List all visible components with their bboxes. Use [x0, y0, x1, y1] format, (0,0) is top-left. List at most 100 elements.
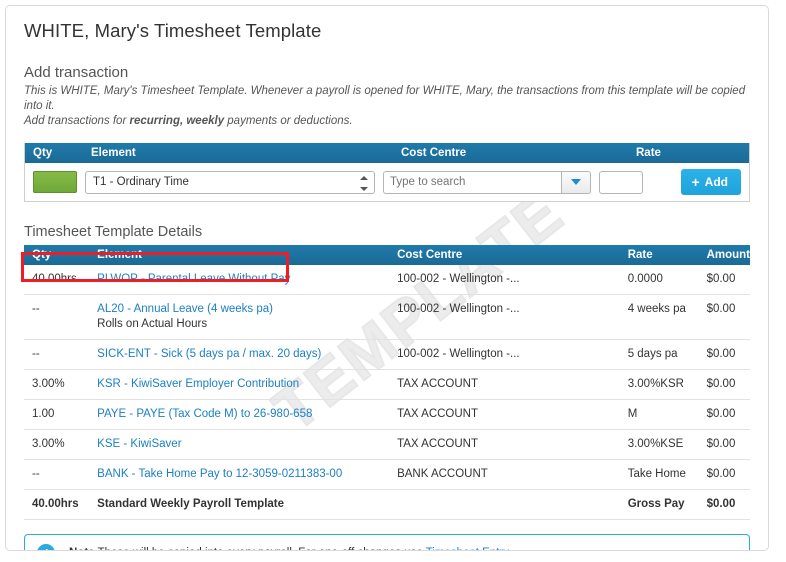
rate-input[interactable] [599, 170, 643, 194]
details-table-body: 40.00hrs PLWOP - Parental Leave Without P… [24, 265, 750, 520]
add-button-cell: + Add [673, 169, 749, 195]
cell-total-element: Standard Weekly Payroll Template [89, 489, 390, 520]
element-select[interactable]: T1 - Ordinary Time [85, 170, 375, 194]
timesheet-details-table: Qty Element Cost Centre Rate Amount 40.0… [24, 245, 750, 520]
details-heading: Timesheet Template Details [24, 224, 203, 240]
element-link[interactable]: BANK - Take Home Pay to 12-3059-0211383-… [97, 468, 342, 480]
cell-qty: 3.00% [24, 429, 90, 460]
cell-qty: 1.00 [24, 399, 90, 430]
add-col-header-element: Element [91, 147, 136, 159]
table-total-row: 40.00hrs Standard Weekly Payroll Template… [24, 489, 750, 520]
cell-rate: M [619, 399, 699, 430]
table-row: -- SICK-ENT - Sick (5 days pa / max. 20 d… [24, 339, 750, 370]
cell-cost-centre: 100-002 - Wellington -... [389, 265, 620, 295]
add-transaction-fields: T1 - Ordinary Time + Add [25, 163, 749, 201]
cost-centre-search [383, 170, 591, 194]
rate-field-cell [591, 170, 673, 194]
cell-amount: $0.00 [698, 265, 750, 295]
element-select-value: T1 - Ordinary Time [93, 176, 189, 188]
table-row: 40.00hrs PLWOP - Parental Leave Without P… [24, 265, 750, 295]
info-icon: i [37, 544, 55, 550]
element-link[interactable]: SICK-ENT - Sick (5 days pa / max. 20 day… [97, 348, 321, 360]
cell-qty: -- [24, 459, 90, 490]
plus-icon: + [691, 174, 700, 190]
add-button-label: Add [704, 175, 728, 189]
cell-cost-centre: TAX ACCOUNT [389, 429, 620, 460]
details-col-qty: Qty [24, 245, 90, 265]
cell-element: KSR - KiwiSaver Employer Contribution [89, 369, 390, 400]
desc-line2-pre: Add transactions for [24, 115, 130, 127]
page-title: WHITE, Mary's Timesheet Template [24, 20, 322, 41]
chevron-down-icon [571, 179, 581, 185]
table-row: 3.00% KSR - KiwiSaver Employer Contributi… [24, 369, 750, 400]
element-subtext: Rolls on Actual Hours [97, 318, 208, 330]
add-col-header-qty: Qty [33, 147, 53, 159]
cost-centre-input[interactable] [383, 170, 561, 194]
timesheet-template-card: TEMPLATE WHITE, Mary's Timesheet Templat… [5, 5, 769, 551]
cell-cost-centre: TAX ACCOUNT [389, 399, 620, 430]
note-text: Note These will be copied into every pay… [69, 547, 511, 550]
details-col-amount: Amount [698, 245, 750, 265]
cell-qty: -- [24, 294, 90, 340]
cell-total-qty: 40.00hrs [24, 489, 90, 520]
cell-amount: $0.00 [698, 399, 750, 430]
add-col-header-cost-centre: Cost Centre [401, 147, 467, 159]
cell-cost-centre: 100-002 - Wellington -... [389, 294, 620, 340]
details-table-head: Qty Element Cost Centre Rate Amount [24, 245, 750, 265]
add-transaction-description-line1: This is WHITE, Mary's Timesheet Template… [24, 85, 746, 112]
cell-total-rate: Gross Pay [619, 489, 699, 520]
cell-qty: 3.00% [24, 369, 90, 400]
cell-amount: $0.00 [698, 339, 750, 370]
card-inner: TEMPLATE WHITE, Mary's Timesheet Templat… [6, 6, 768, 550]
add-transaction-toolbar: Qty Element Cost Centre Rate T1 - Ordina… [24, 143, 750, 202]
add-transaction-heading: Add transaction [24, 64, 129, 81]
cell-element: SICK-ENT - Sick (5 days pa / max. 20 day… [89, 339, 390, 370]
cell-element: PLWOP - Parental Leave Without Pay [89, 265, 390, 295]
details-col-element: Element [89, 245, 390, 265]
element-field-cell: T1 - Ordinary Time [77, 170, 375, 194]
table-row: 1.00 PAYE - PAYE (Tax Code M) to 26-980-6… [24, 399, 750, 430]
cell-total-amount: $0.00 [698, 489, 750, 520]
table-row: 3.00% KSE - KiwiSaver TAX ACCOUNT 3.00%KSE $… [24, 429, 750, 460]
cell-element: PAYE - PAYE (Tax Code M) to 26-980-658 [89, 399, 390, 430]
details-col-rate: Rate [619, 245, 699, 265]
add-transaction-column-headers: Qty Element Cost Centre Rate [25, 143, 749, 163]
cell-qty: -- [24, 339, 90, 370]
timesheet-entry-link[interactable]: Timesheet Entry [426, 547, 508, 550]
cell-rate: 0.0000 [619, 265, 699, 295]
cell-amount: $0.00 [698, 429, 750, 460]
table-row: -- BANK - Take Home Pay to 12-3059-021138… [24, 459, 750, 490]
cost-centre-dropdown-button[interactable] [561, 170, 591, 194]
cell-cost-centre: TAX ACCOUNT [389, 369, 620, 400]
cell-rate: 5 days pa [619, 339, 699, 370]
cell-amount: $0.00 [698, 459, 750, 490]
element-link[interactable]: PLWOP - Parental Leave Without Pay [97, 273, 290, 285]
element-link[interactable]: KSR - KiwiSaver Employer Contribution [97, 378, 299, 390]
qty-field-cell [25, 171, 77, 193]
note-label: Note [69, 547, 95, 550]
add-transaction-description-line2: Add transactions for recurring, weekly p… [24, 114, 750, 129]
desc-line2-post: payments or deductions. [224, 115, 353, 127]
note-banner: i Note These will be copied into every p… [24, 534, 750, 550]
spinner-updown-icon[interactable] [360, 175, 368, 191]
add-col-header-rate: Rate [636, 147, 661, 159]
details-col-cost-centre: Cost Centre [389, 245, 620, 265]
cost-centre-field-cell [375, 170, 591, 194]
cell-qty: 40.00hrs [24, 265, 90, 295]
cell-rate: 3.00%KSE [619, 429, 699, 460]
add-button[interactable]: + Add [681, 169, 741, 195]
cell-rate: Take Home [619, 459, 699, 490]
cell-element: BANK - Take Home Pay to 12-3059-0211383-… [89, 459, 390, 490]
desc-line2-bold: recurring, weekly [129, 115, 225, 127]
table-row: -- AL20 - Annual Leave (4 weeks pa) Rolls … [24, 294, 750, 340]
element-link[interactable]: KSE - KiwiSaver [97, 438, 181, 450]
qty-input[interactable] [33, 171, 77, 193]
cell-cost-centre: 100-002 - Wellington -... [389, 339, 620, 370]
element-link[interactable]: PAYE - PAYE (Tax Code M) to 26-980-658 [97, 408, 312, 420]
cell-element: AL20 - Annual Leave (4 weeks pa) Rolls on… [89, 294, 390, 340]
element-link[interactable]: AL20 - Annual Leave (4 weeks pa) [97, 303, 273, 315]
cell-rate: 3.00%KSR [619, 369, 699, 400]
cell-total-cost-centre [389, 489, 620, 520]
note-body: These will be copied into every payroll.… [95, 547, 426, 550]
details-header-row: Qty Element Cost Centre Rate Amount [24, 245, 750, 265]
